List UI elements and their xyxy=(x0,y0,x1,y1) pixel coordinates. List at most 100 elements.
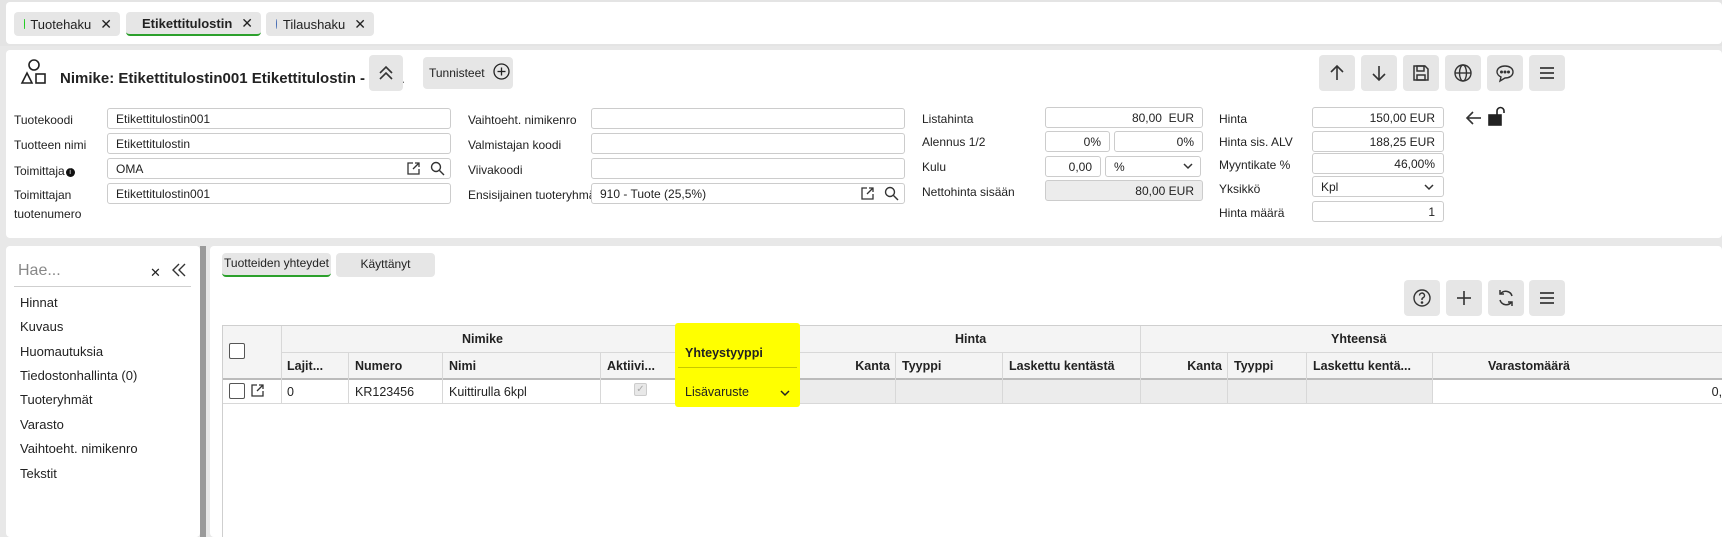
sidebar-item-vaihtoeht-nimikenro[interactable]: Vaihtoeht. nimikenro xyxy=(20,441,138,456)
group-header-yhteensa: Yhteensä xyxy=(1331,332,1387,346)
column-header-yhteystyyppi[interactable]: Yhteystyyppi xyxy=(685,346,763,360)
search-icon[interactable] xyxy=(884,186,900,202)
open-external-icon[interactable] xyxy=(406,161,422,177)
sidebar-item-varasto[interactable]: Varasto xyxy=(20,417,64,432)
yhteystyyppi-select[interactable]: Lisävaruste xyxy=(685,385,749,399)
hinta-maara-field[interactable]: 1 xyxy=(1312,201,1444,222)
refresh-button[interactable] xyxy=(1488,280,1524,316)
cell-varastomaara: 0,00 xyxy=(1711,385,1722,399)
column-header-laskettu[interactable]: Laskettu kentästä xyxy=(1009,359,1115,373)
subtab-tuotteiden-yhteydet[interactable]: Tuotteiden yhteydet xyxy=(222,253,331,277)
col-line xyxy=(600,353,601,404)
yksikko-select[interactable]: Kpl xyxy=(1312,176,1444,197)
help-icon xyxy=(1413,289,1431,307)
cell-lajittelu: 0 xyxy=(287,385,294,399)
viivakoodi-field[interactable] xyxy=(591,158,905,179)
identifiers-button[interactable]: Tunnisteet xyxy=(423,57,513,89)
clear-icon[interactable]: ✕ xyxy=(150,265,161,281)
valmistajan-koodi-field[interactable] xyxy=(591,133,905,154)
identifiers-label: Tunnisteet xyxy=(429,66,485,80)
hinta-alv-label: Hinta sis. ALV xyxy=(1219,135,1293,149)
column-header-tyyppi[interactable]: Tyyppi xyxy=(902,359,941,373)
save-icon xyxy=(1413,65,1429,81)
chevron-down-icon[interactable] xyxy=(779,387,791,402)
sidebar-item-tiedostonhallinta[interactable]: Tiedostonhallinta (0) xyxy=(20,368,137,383)
tuotekoodi-field[interactable]: Etikettitulostin001 xyxy=(107,108,451,129)
col-line xyxy=(442,353,443,404)
chevron-double-up-icon xyxy=(379,65,393,80)
menu-button[interactable] xyxy=(1529,55,1565,91)
row-checkbox[interactable] xyxy=(229,383,245,399)
sidebar-item-huomautuksia[interactable]: Huomautuksia xyxy=(20,344,103,359)
column-header-nimi[interactable]: Nimi xyxy=(449,359,476,373)
kulu-label: Kulu xyxy=(922,160,947,174)
tab-etikettitulostin[interactable]: Etikettitulostin ✕ xyxy=(126,12,261,36)
alennus1-field[interactable]: 0% xyxy=(1045,131,1110,152)
arrow-up-button[interactable] xyxy=(1319,55,1355,91)
hinta-alv-field[interactable]: 188,25 EUR xyxy=(1312,131,1444,152)
splitter-handle[interactable] xyxy=(200,246,206,537)
select-all-checkbox[interactable] xyxy=(229,343,245,359)
col-line xyxy=(1432,353,1433,404)
yksikko-label: Yksikkö xyxy=(1219,182,1261,196)
unlock-icon[interactable] xyxy=(1487,106,1507,131)
column-header-tyyppi-2[interactable]: Tyyppi xyxy=(1234,359,1273,373)
sidebar-item-kuvaus[interactable]: Kuvaus xyxy=(20,319,63,334)
sidebar-search-input[interactable]: Hae... xyxy=(18,262,61,280)
sidebar-divider xyxy=(14,286,191,287)
shapes-icon xyxy=(20,58,48,89)
chevron-double-left-icon[interactable] xyxy=(172,262,186,281)
hinta-field[interactable]: 150,00 EUR xyxy=(1312,107,1444,128)
toimittajan-tuotenumero-label: Toimittajan xyxy=(14,188,72,202)
toimittaja-label: Toimittaja i xyxy=(14,164,75,178)
column-header-kanta[interactable]: Kanta xyxy=(820,359,890,373)
tuotteen-nimi-field[interactable]: Etikettitulostin xyxy=(107,133,451,154)
language-button[interactable] xyxy=(1445,55,1481,91)
open-external-icon[interactable] xyxy=(250,383,265,401)
tab-tuotehaku[interactable]: Tuotehaku ✕ xyxy=(14,12,120,36)
column-header-kanta-2[interactable]: Kanta xyxy=(1150,359,1222,373)
add-button[interactable] xyxy=(1446,280,1482,316)
cell-numero: KR123456 xyxy=(355,385,415,399)
arrow-down-button[interactable] xyxy=(1361,55,1397,91)
close-icon[interactable]: ✕ xyxy=(241,15,253,32)
toimittaja-field[interactable]: OMA xyxy=(107,158,451,179)
column-header-laskettu-2[interactable]: Laskettu kentä... xyxy=(1313,359,1411,373)
collapse-button[interactable] xyxy=(369,55,403,91)
grid-menu-button[interactable] xyxy=(1529,280,1565,316)
arrow-left-icon[interactable] xyxy=(1465,109,1483,130)
column-header-aktiivi[interactable]: Aktiivi... xyxy=(607,359,655,373)
save-button[interactable] xyxy=(1403,55,1439,91)
listahinta-value: 80,00 xyxy=(1131,111,1162,125)
listahinta-field[interactable]: 80,00 EUR xyxy=(1045,107,1203,128)
column-header-numero[interactable]: Numero xyxy=(355,359,402,373)
col-line xyxy=(1140,380,1141,403)
alennus2-field[interactable]: 0% xyxy=(1114,131,1203,152)
sidebar-item-hinnat[interactable]: Hinnat xyxy=(20,295,58,310)
ensisijainen-tuoteryhma-field[interactable]: 910 - Tuote (25,5%) xyxy=(591,183,905,204)
help-button[interactable] xyxy=(1404,280,1440,316)
open-external-icon[interactable] xyxy=(860,186,876,202)
hamburger-icon xyxy=(1540,67,1554,79)
toimittajan-tuotenumero-label-2: tuotenumero xyxy=(14,207,82,221)
close-icon[interactable]: ✕ xyxy=(100,16,112,33)
sidebar-item-tekstit[interactable]: Tekstit xyxy=(20,466,57,481)
myyntikate-field[interactable]: 46,00% xyxy=(1312,153,1444,174)
close-icon[interactable]: ✕ xyxy=(354,16,366,33)
group-header-nimike: Nimike xyxy=(462,332,503,346)
kulu-unit-select[interactable]: % xyxy=(1105,156,1201,177)
column-header-lajittelu[interactable]: Lajit... xyxy=(287,359,323,373)
comments-button[interactable] xyxy=(1487,55,1523,91)
column-header-varastomaara[interactable]: Varastomäärä xyxy=(1488,359,1570,373)
tab-tilaushaku[interactable]: Tilaushaku ✕ xyxy=(266,12,374,36)
cell-nimi: Kuittirulla 6kpl xyxy=(449,385,527,399)
row-divider xyxy=(223,403,1722,404)
arrow-up-icon xyxy=(1330,64,1344,80)
vaihtoeht-nimikenro-field[interactable] xyxy=(591,108,905,129)
kulu-field[interactable]: 0,00 xyxy=(1045,156,1101,177)
subtab-kayttanyt[interactable]: Käyttänyt xyxy=(336,253,435,277)
sidebar-item-tuoteryhmat[interactable]: Tuoteryhmät xyxy=(20,392,93,407)
refresh-icon xyxy=(1499,290,1513,306)
search-icon[interactable] xyxy=(430,161,446,177)
toimittajan-tuotenumero-field[interactable]: Etikettitulostin001 xyxy=(107,183,451,204)
